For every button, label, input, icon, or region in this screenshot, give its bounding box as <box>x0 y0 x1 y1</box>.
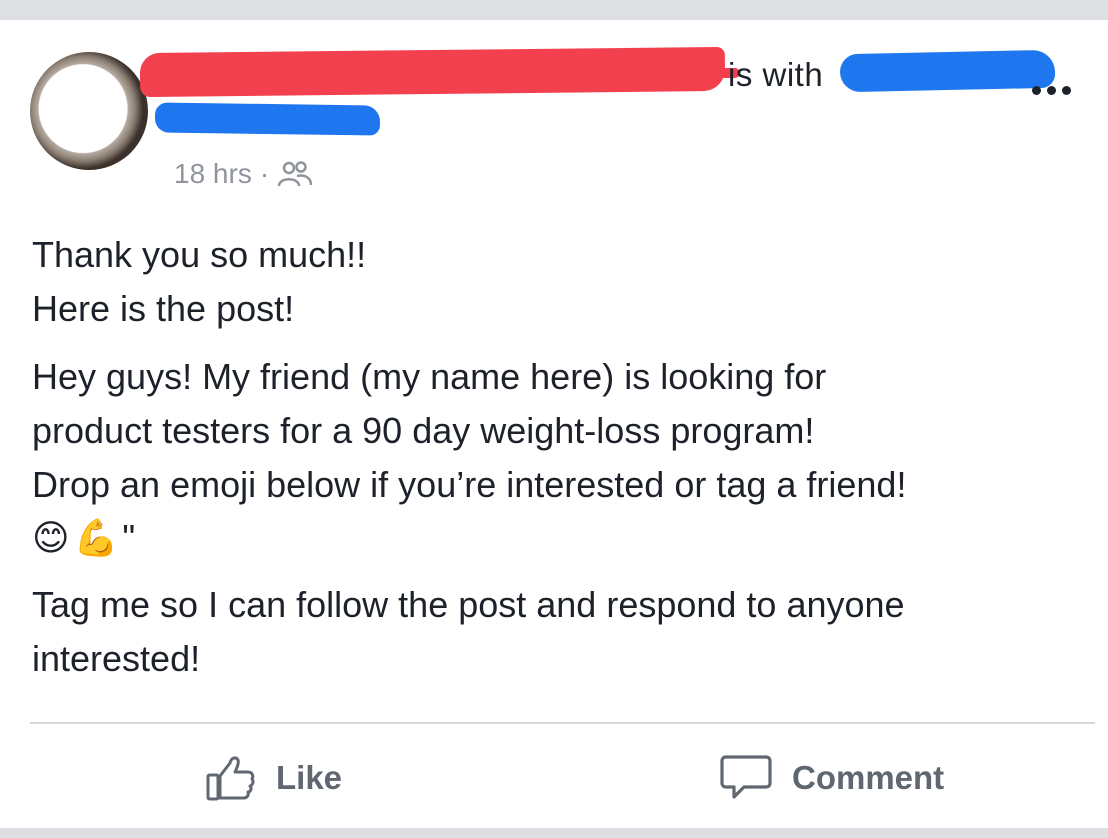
is-with-text: is with <box>728 56 824 93</box>
post-line: product testers for a 90 day weight-loss… <box>32 410 815 451</box>
post-paragraph-2: Hey guys! My friend (my name here) is lo… <box>32 350 1092 564</box>
actions-divider <box>30 722 1095 724</box>
emoji-line: 😊 💪 " <box>32 512 1092 564</box>
redacted-author-name-tail <box>650 68 740 78</box>
closing-quote: " <box>122 517 136 558</box>
post-meta: 18 hrs · <box>174 158 313 190</box>
post-line: Drop an emoji below if you’re interested… <box>32 464 907 505</box>
post-line: interested! <box>32 638 201 679</box>
muscle-emoji-icon: 💪 <box>73 517 119 558</box>
redacted-tagged-friend <box>839 49 1056 93</box>
post-line: Here is the post! <box>32 288 295 329</box>
redacted-author-name <box>139 46 726 98</box>
post-paragraph-1: Thank you so much!! Here is the post! <box>32 228 1092 336</box>
more-options-icon[interactable] <box>1032 80 1088 100</box>
bottom-separator-band <box>0 828 1108 838</box>
top-separator-band <box>0 0 1108 20</box>
like-button[interactable]: Like <box>204 748 342 808</box>
meta-separator: · <box>259 158 270 189</box>
smile-emoji-icon: 😊 <box>32 517 70 558</box>
redacted-author-subname <box>154 102 381 136</box>
like-label: Like <box>276 759 343 796</box>
comment-button[interactable]: Comment <box>718 748 944 808</box>
post-paragraph-3: Tag me so I can follow the post and resp… <box>32 578 1092 686</box>
friends-icon[interactable] <box>277 159 313 189</box>
thumbs-up-icon <box>206 756 255 801</box>
post-body: Thank you so much!! Here is the post! He… <box>32 228 1092 700</box>
comment-label: Comment <box>792 759 945 796</box>
post-timestamp[interactable]: 18 hrs <box>174 158 252 190</box>
post-line: Thank you so much!! <box>32 234 367 275</box>
post-line: Hey guys! My friend (my name here) is lo… <box>32 356 827 397</box>
profile-avatar[interactable] <box>30 52 148 170</box>
comment-icon <box>720 755 772 799</box>
post-line: Tag me so I can follow the post and resp… <box>32 584 905 625</box>
